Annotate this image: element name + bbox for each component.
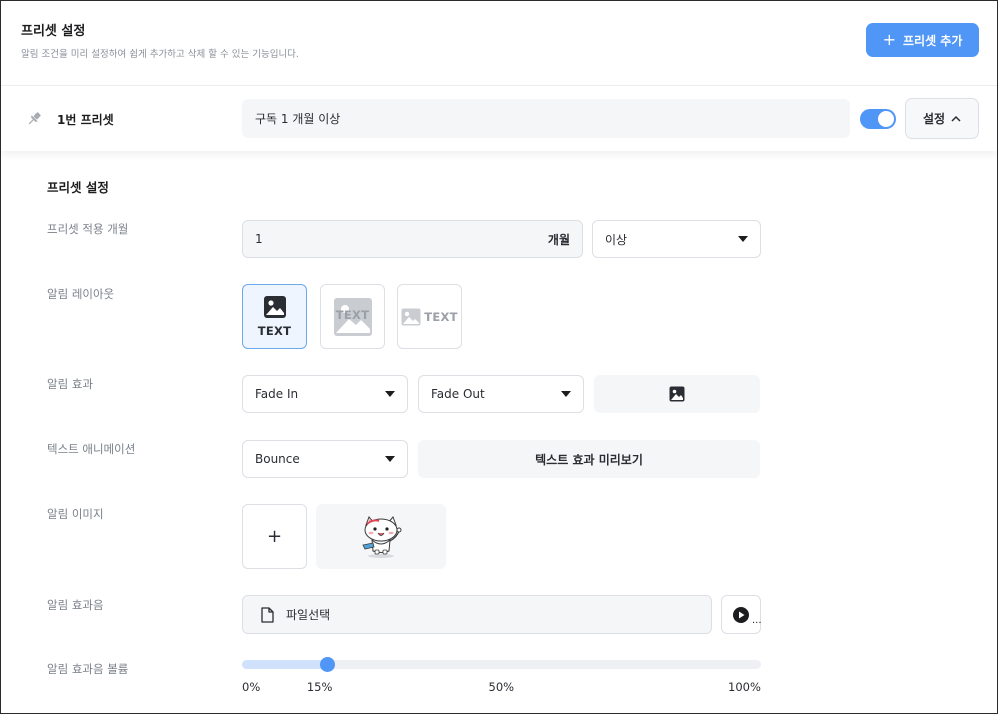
preset-name: 1번 프리셋 (57, 113, 114, 127)
image-label: 알림 이미지 (47, 507, 104, 521)
preset-row: 1번 프리셋 구독 1 개월 이상 설정 (1, 85, 997, 151)
effect-label: 알림 효과 (47, 377, 93, 391)
chevron-up-icon (951, 115, 961, 122)
comparator-value: 이상 (605, 232, 628, 247)
preset-enable-toggle[interactable] (860, 109, 896, 129)
play-icon (733, 606, 749, 623)
volume-slider[interactable] (242, 657, 761, 672)
alert-image-thumbnail[interactable] (316, 504, 446, 569)
volume-label: 알림 효과음 볼륨 (47, 662, 129, 676)
volume-tick-label: 100% (728, 680, 761, 694)
cat-character-image (362, 515, 402, 558)
volume-tick-label: 15% (306, 680, 333, 694)
pin-icon[interactable] (25, 110, 43, 128)
effect-preview-button[interactable] (594, 375, 760, 413)
caret-down-icon (738, 236, 748, 242)
months-value: 1 (255, 232, 263, 246)
add-preset-label: 프리셋 추가 (903, 33, 963, 48)
layout-option-text-overlay[interactable]: TEXT (320, 284, 385, 349)
volume-tick-label: 50% (488, 680, 515, 694)
settings-section-title: 프리셋 설정 (47, 180, 109, 195)
volume-slider-fill (242, 660, 326, 669)
caret-down-icon (385, 456, 395, 462)
layout-option-image-top[interactable]: TEXT (242, 284, 307, 349)
effect-in-select[interactable]: Fade In (242, 375, 408, 413)
sound-file-select[interactable]: 파일선택 (242, 595, 712, 634)
caret-down-icon (561, 391, 571, 397)
more-dots-icon: ... (752, 615, 762, 626)
preset-settings-window: 프리셋 설정 알림 조건을 미리 설정하여 쉽게 추가하고 삭제 할 수 있는 … (0, 0, 998, 714)
text-effect-preview-button[interactable]: 텍스트 효과 미리보기 (418, 440, 760, 478)
text-animation-select[interactable]: Bounce (242, 440, 408, 478)
months-unit: 개월 (547, 232, 570, 247)
text-animation-label: 텍스트 애니메이션 (47, 442, 136, 456)
page-title: 프리셋 설정 (21, 24, 86, 39)
effect-out-value: Fade Out (431, 387, 485, 401)
add-preset-button[interactable]: + 프리셋 추가 (866, 23, 979, 57)
page-header: 프리셋 설정 알림 조건을 미리 설정하여 쉽게 추가하고 삭제 할 수 있는 … (1, 1, 997, 85)
plus-icon: + (882, 30, 896, 49)
file-select-label: 파일선택 (286, 608, 331, 622)
months-input[interactable]: 1 개월 (242, 220, 583, 258)
plus-icon: + (266, 526, 283, 547)
caret-down-icon (385, 391, 395, 397)
layout-option-image-left[interactable]: TEXT (397, 284, 462, 349)
volume-slider-thumb[interactable] (319, 657, 335, 672)
layout-option-label: TEXT (424, 309, 458, 324)
layout-label: 알림 레이아웃 (47, 287, 115, 301)
toggle-knob (878, 111, 894, 127)
effect-out-select[interactable]: Fade Out (418, 375, 584, 413)
layout-option-label: TEXT (335, 308, 370, 322)
image-icon (263, 296, 286, 318)
small-image-icon (401, 308, 421, 325)
comparator-select[interactable]: 이상 (592, 220, 761, 258)
preset-condition: 구독 1 개월 이상 (242, 99, 850, 138)
volume-tick-label: 0% (242, 680, 261, 694)
image-icon (669, 386, 685, 402)
layout-option-label: TEXT (257, 324, 292, 338)
file-icon (261, 606, 274, 623)
effect-in-value: Fade In (255, 387, 299, 401)
add-image-button[interactable]: + (242, 504, 307, 569)
settings-toggle-button[interactable]: 설정 (905, 98, 979, 139)
settings-button-label: 설정 (922, 112, 946, 126)
text-animation-value: Bounce (255, 452, 300, 466)
play-sound-button[interactable]: ... (721, 595, 762, 634)
months-label: 프리셋 적용 개월 (47, 222, 129, 236)
page-description: 알림 조건을 미리 설정하여 쉽게 추가하고 삭제 할 수 있는 기능입니다. (21, 49, 299, 60)
sound-label: 알림 효과음 (47, 598, 104, 612)
